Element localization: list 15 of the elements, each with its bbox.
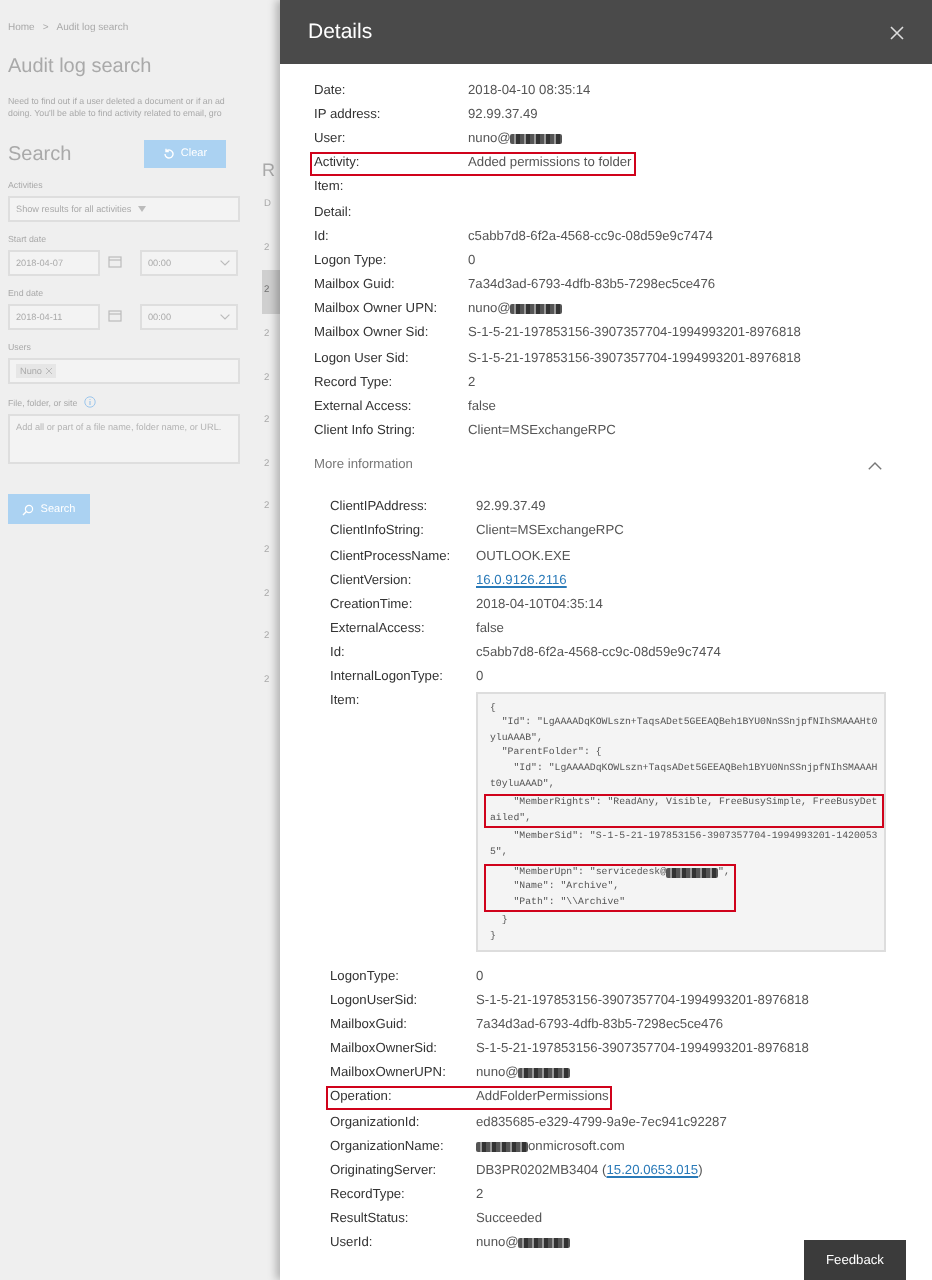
chevron-down-icon (220, 260, 230, 266)
calendar-icon (108, 256, 122, 268)
chevron-up-icon[interactable] (868, 461, 882, 470)
search-icon (22, 503, 35, 515)
chevron-down-icon (220, 314, 230, 320)
caret-icon (137, 206, 146, 212)
close-icon[interactable] (890, 25, 904, 39)
search-heading: Search (8, 143, 74, 165)
reset-icon (162, 148, 175, 160)
info-icon (83, 396, 96, 408)
close-icon (45, 368, 52, 374)
page-title: Audit log search (8, 56, 154, 78)
calendar-icon (108, 310, 122, 322)
results-heading: R (262, 160, 277, 180)
panel-title: Details (308, 20, 373, 44)
